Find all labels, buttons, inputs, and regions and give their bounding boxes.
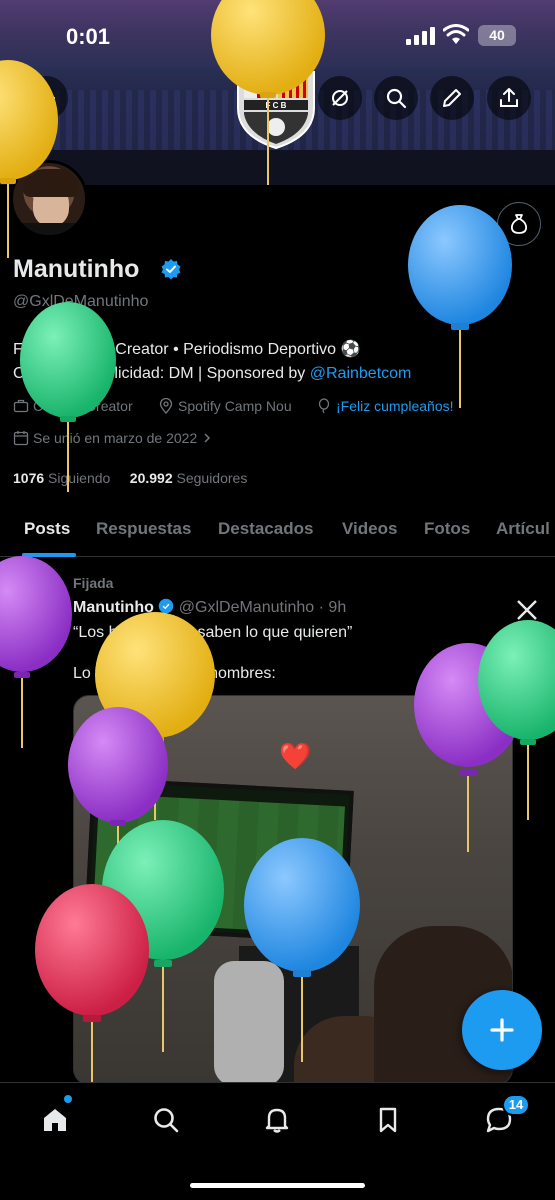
bio-mention-link[interactable]: @Rainbetcom: [310, 365, 412, 382]
home-notification-dot: [64, 1095, 72, 1103]
plus-icon: [490, 1018, 514, 1042]
location-pin-icon: [159, 398, 173, 414]
nav-notifications[interactable]: [260, 1103, 294, 1137]
post-text-line-1: “Los hombres no saben lo que quieren”: [73, 624, 353, 641]
following-count: 1076: [13, 470, 45, 486]
post-author-name[interactable]: Manutinho: [73, 599, 154, 616]
svg-text:F C B: F C B: [266, 101, 287, 110]
chevron-right-icon: [204, 433, 211, 443]
share-icon: [500, 88, 518, 107]
bio-line-1: FC Barcelona Creator • Periodismo Deport…: [13, 341, 361, 358]
following-link[interactable]: 1076 Siguiendo: [13, 470, 110, 486]
pencil-icon: [443, 89, 461, 107]
post-text-line-2: Lo que quieren los hombres:: [73, 665, 276, 682]
joined-text: Se unió en marzo de 2022: [33, 430, 198, 446]
edit-button[interactable]: [430, 76, 474, 120]
category-text: Content Creator: [33, 398, 133, 414]
tab-posts[interactable]: Posts: [24, 519, 70, 539]
birthday-text[interactable]: ¡Feliz cumpleaños!: [336, 398, 454, 414]
verified-badge-icon: [159, 598, 174, 614]
verified-badge-icon[interactable]: [160, 258, 182, 280]
wifi-icon: [443, 24, 469, 44]
grok-icon: [332, 90, 348, 106]
x-logo-icon: [517, 600, 537, 620]
bio-line-2-text: Collabs & Publicidad: DM | Sponsored by: [13, 365, 310, 382]
status-time: 0:01: [66, 24, 111, 49]
compose-post-button[interactable]: [462, 990, 542, 1070]
nav-home[interactable]: [38, 1103, 72, 1137]
search-button[interactable]: [374, 76, 418, 120]
profile-tabs: Posts Respuestas Destacados Videos Fotos…: [0, 505, 555, 557]
signal-icon: [406, 27, 435, 45]
active-tab-indicator: [22, 553, 76, 557]
balloon-icon: [318, 398, 330, 414]
fcb-crest-logo: F C B: [237, 71, 315, 150]
profile-birthday[interactable]: ¡Feliz cumpleaños!: [316, 398, 454, 414]
post-avatar[interactable]: [12, 598, 58, 644]
tab-destacados[interactable]: Destacados: [218, 519, 313, 539]
tab-respuestas[interactable]: Respuestas: [96, 519, 191, 539]
status-bar: 0:01 40: [0, 0, 555, 72]
tv-screen: [84, 777, 354, 943]
money-bag-icon: [510, 214, 528, 234]
post-meta: @GxlDeManutinho · 9h: [178, 599, 347, 616]
arrow-left-icon: [36, 89, 56, 107]
followers-label: Seguidores: [176, 470, 248, 486]
home-icon: [44, 1109, 66, 1131]
bell-icon: [265, 1108, 289, 1133]
grok-button[interactable]: [318, 76, 362, 120]
search-icon: [154, 1108, 179, 1133]
bio-line-2: Collabs & Publicidad: DM | Sponsored by …: [13, 362, 533, 386]
follow-stats: 1076 Siguiendo 20.992 Seguidores: [13, 470, 247, 486]
balloon-green-1: [20, 302, 116, 492]
pinned-label: Fijada: [73, 575, 114, 591]
profile-location: Spotify Camp Nou: [158, 398, 292, 414]
tab-fotos[interactable]: Fotos: [424, 519, 470, 539]
bookmark-icon: [379, 1107, 397, 1133]
messages-badge: 14: [502, 1094, 530, 1116]
share-button[interactable]: [487, 76, 531, 120]
back-button[interactable]: [24, 76, 68, 120]
location-text: Spotify Camp Nou: [178, 398, 292, 414]
following-label: Siguiendo: [48, 470, 111, 486]
pin-icon: [49, 578, 61, 592]
followers-count: 20.992: [129, 470, 173, 486]
calendar-icon: [13, 431, 29, 446]
profile-name: Manutinho: [13, 255, 140, 283]
nav-bookmarks[interactable]: [371, 1103, 405, 1137]
nav-search[interactable]: [149, 1103, 183, 1137]
profile-bio: FC Barcelona Creator • Periodismo Deport…: [13, 338, 533, 386]
search-icon: [386, 88, 407, 109]
home-indicator: [190, 1183, 365, 1188]
briefcase-icon: [13, 399, 29, 413]
tab-articulos[interactable]: Artícul: [496, 519, 550, 539]
post-media-image[interactable]: ❤️: [73, 695, 513, 1085]
tab-videos[interactable]: Videos: [342, 519, 397, 539]
profile-handle: @GxlDeManutinho: [13, 293, 149, 310]
profile-joined[interactable]: Se unió en marzo de 2022: [13, 430, 217, 446]
battery-indicator: 40: [478, 25, 516, 46]
profile-category: Content Creator: [13, 398, 133, 414]
media-heart-emoji: ❤️: [279, 741, 312, 771]
post-header: Manutinho @GxlDeManutinho · 9h: [73, 598, 346, 617]
profile-avatar[interactable]: [10, 160, 88, 238]
tip-button[interactable]: [497, 202, 541, 246]
media-legs: [214, 961, 284, 1084]
followers-link[interactable]: 20.992 Seguidores: [130, 470, 248, 486]
